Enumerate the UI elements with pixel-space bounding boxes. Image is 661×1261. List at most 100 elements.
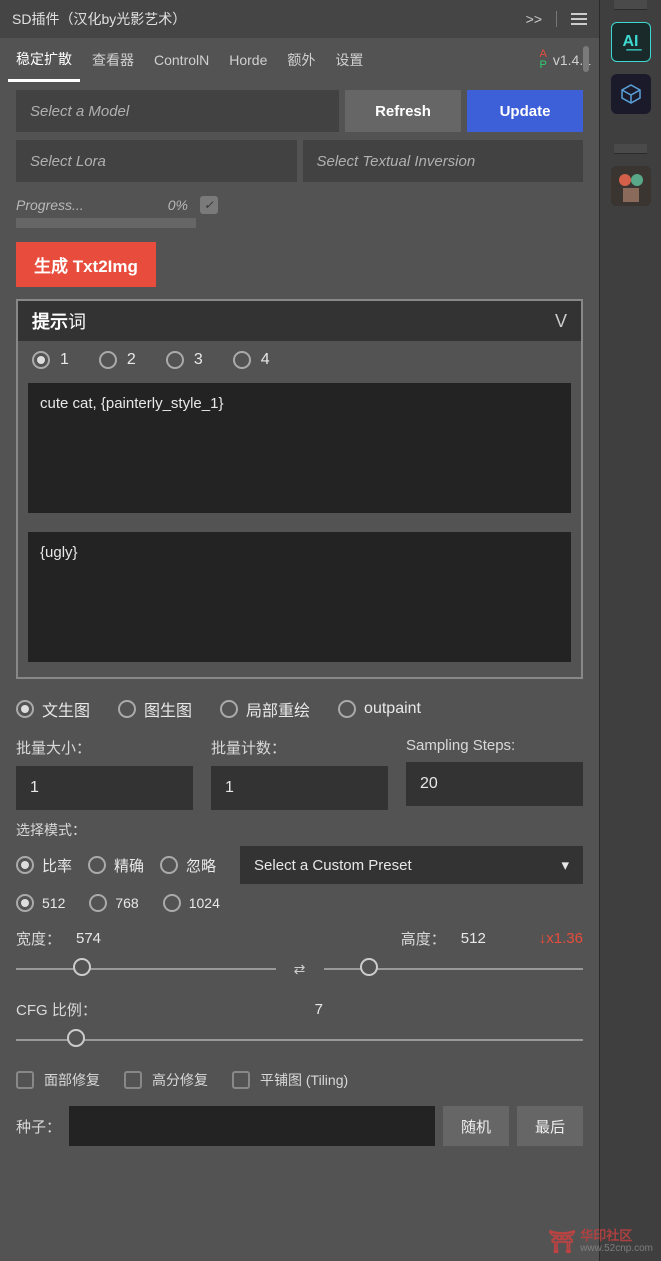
progress-bar xyxy=(16,218,196,228)
res-512-label: 512 xyxy=(42,895,65,911)
seed-label: 种子： xyxy=(16,1116,61,1137)
update-button[interactable]: Update xyxy=(467,90,583,132)
selection-mode-title: 选择模式： xyxy=(16,820,583,840)
seed-last-button[interactable]: 最后 xyxy=(517,1106,583,1146)
steps-input[interactable] xyxy=(406,762,583,806)
tab-viewer[interactable]: 查看器 xyxy=(84,40,142,80)
tab-stable-diffusion[interactable]: 稳定扩散 xyxy=(8,39,80,82)
select-lora-dropdown[interactable]: Select Lora xyxy=(16,140,297,182)
width-slider[interactable] xyxy=(16,968,276,970)
prompt-slot-4-label: 4 xyxy=(261,351,270,369)
exact-mode-radio[interactable] xyxy=(88,856,106,874)
aspect-ratio-indicator: ↓x1.36 xyxy=(539,930,583,947)
seed-input[interactable] xyxy=(69,1106,435,1146)
steps-label: Sampling Steps: xyxy=(406,737,583,754)
exact-mode-label: 精确 xyxy=(114,855,144,876)
mode-inpaint-radio[interactable] xyxy=(220,700,238,718)
prompt-slot-1-label: 1 xyxy=(60,351,69,369)
res-768-radio[interactable] xyxy=(89,894,107,912)
width-label: 宽度： xyxy=(16,928,76,949)
collapse-icon[interactable]: V xyxy=(555,311,567,332)
menu-icon[interactable] xyxy=(571,13,587,25)
cfg-value: 7 xyxy=(315,1001,323,1018)
mode-img2img-label: 图生图 xyxy=(144,697,192,721)
prompt-slot-3-label: 3 xyxy=(194,351,203,369)
batch-size-label: 批量大小： xyxy=(16,737,193,758)
prompt-section: 提示词 V 1 2 3 4 cute cat, {painterly_style… xyxy=(16,299,583,679)
res-512-radio[interactable] xyxy=(16,894,34,912)
ratio-mode-radio[interactable] xyxy=(16,856,34,874)
panel-title: SD插件（汉化by光影艺术） xyxy=(12,9,526,29)
link-dimensions-icon[interactable]: ⇄ xyxy=(288,957,312,981)
collapse-icon[interactable]: >> xyxy=(526,11,542,27)
progress-label: Progress... xyxy=(16,197,84,213)
width-value: 574 xyxy=(76,930,136,947)
mode-outpaint-label: outpaint xyxy=(364,700,421,718)
progress-checkbox[interactable]: ✓ xyxy=(200,196,218,214)
tab-controlnet[interactable]: ControlN xyxy=(146,42,217,78)
right-sidebar: A͟I xyxy=(599,0,661,1261)
tab-extras[interactable]: 额外 xyxy=(279,40,323,80)
select-textual-inversion-dropdown[interactable]: Select Textual Inversion xyxy=(303,140,584,182)
seed-random-button[interactable]: 随机 xyxy=(443,1106,509,1146)
cube-plugin-icon[interactable] xyxy=(611,74,651,114)
custom-preset-dropdown[interactable]: Select a Custom Preset ▾ xyxy=(240,846,583,884)
watermark-cn: 华印社区 xyxy=(580,1229,653,1242)
watermark: ⛩ 华印社区 www.52cnp.com xyxy=(548,1229,653,1255)
separator xyxy=(556,11,557,27)
tab-settings[interactable]: 设置 xyxy=(327,40,371,80)
ignore-mode-label: 忽略 xyxy=(186,855,216,876)
batch-count-label: 批量计数： xyxy=(211,737,388,758)
height-slider-thumb[interactable] xyxy=(360,958,378,976)
mode-img2img-radio[interactable] xyxy=(118,700,136,718)
prompt-slot-1-radio[interactable] xyxy=(32,351,50,369)
width-slider-thumb[interactable] xyxy=(73,958,91,976)
titlebar: SD插件（汉化by光影艺术） >> xyxy=(0,0,599,38)
tiling-checkbox[interactable] xyxy=(232,1071,250,1089)
main-panel: SD插件（汉化by光影艺术） >> 稳定扩散 查看器 ControlN Hord… xyxy=(0,0,599,1261)
mode-outpaint-radio[interactable] xyxy=(338,700,356,718)
refresh-button[interactable]: Refresh xyxy=(345,90,461,132)
watermark-logo-icon: ⛩ xyxy=(548,1229,576,1255)
batch-count-input[interactable] xyxy=(211,766,388,810)
mode-inpaint-label: 局部重绘 xyxy=(246,697,310,721)
res-1024-radio[interactable] xyxy=(163,894,181,912)
cfg-slider-thumb[interactable] xyxy=(67,1029,85,1047)
prompt-slot-2-radio[interactable] xyxy=(99,351,117,369)
batch-size-input[interactable] xyxy=(16,766,193,810)
height-value: 512 xyxy=(461,930,521,947)
art-thumbnail-icon[interactable] xyxy=(611,166,651,206)
generation-mode-row: 文生图 图生图 局部重绘 outpaint xyxy=(16,693,583,737)
hires-fix-checkbox[interactable] xyxy=(124,1071,142,1089)
cfg-label: CFG 比例： xyxy=(16,999,315,1020)
select-model-dropdown[interactable]: Select a Model xyxy=(16,90,339,132)
tab-bar: 稳定扩散 查看器 ControlN Horde 额外 设置 AP v1.4.1 xyxy=(0,38,599,82)
ai-plugin-icon[interactable]: A͟I xyxy=(611,22,651,62)
prompt-slot-row: 1 2 3 4 xyxy=(18,341,581,379)
mode-txt2img-label: 文生图 xyxy=(42,697,90,721)
chevron-down-icon: ▾ xyxy=(561,856,569,874)
res-1024-label: 1024 xyxy=(189,895,220,911)
mode-txt2img-radio[interactable] xyxy=(16,700,34,718)
ignore-mode-radio[interactable] xyxy=(160,856,178,874)
sidebar-notch xyxy=(614,0,647,10)
tabs-scrollbar[interactable] xyxy=(583,46,589,72)
tab-horde[interactable]: Horde xyxy=(221,42,275,78)
watermark-en: www.52cnp.com xyxy=(580,1242,653,1255)
height-label: 高度： xyxy=(401,928,461,949)
positive-prompt-input[interactable]: cute cat, {painterly_style_1} xyxy=(28,383,571,513)
tiling-label: 平铺图 (Tiling) xyxy=(260,1070,348,1090)
resolution-row: 512 768 1024 xyxy=(16,894,583,912)
prompt-slot-2-label: 2 xyxy=(127,351,136,369)
generate-button[interactable]: 生成 Txt2Img xyxy=(16,242,156,287)
res-768-label: 768 xyxy=(115,895,138,911)
negative-prompt-input[interactable]: {ugly} xyxy=(28,532,571,662)
cfg-slider[interactable] xyxy=(16,1039,583,1041)
prompt-slot-3-radio[interactable] xyxy=(166,351,184,369)
prompt-header[interactable]: 提示词 V xyxy=(18,301,581,341)
prompt-slot-4-radio[interactable] xyxy=(233,351,251,369)
ratio-mode-label: 比率 xyxy=(42,855,72,876)
prompt-header-title: 提示词 xyxy=(32,308,555,334)
face-fix-checkbox[interactable] xyxy=(16,1071,34,1089)
height-slider[interactable] xyxy=(324,968,584,970)
